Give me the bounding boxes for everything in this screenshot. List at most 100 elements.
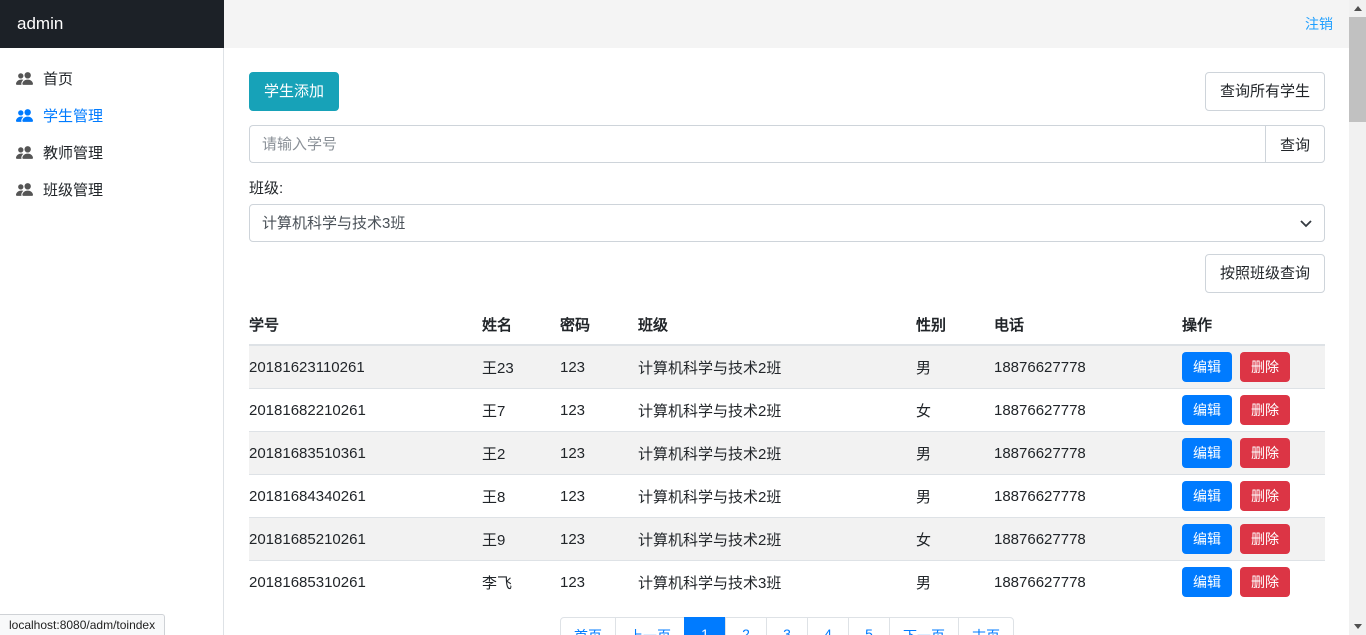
page-5[interactable]: 5 (848, 617, 890, 635)
page-next[interactable]: 下一页 (889, 617, 959, 635)
class-label: 班级: (249, 180, 284, 197)
cell-student-id: 20181685210261 (249, 517, 482, 561)
scrollbar-up-arrow[interactable] (1349, 0, 1366, 17)
cell-name: 王2 (482, 431, 560, 475)
people-icon (16, 144, 33, 161)
page-4[interactable]: 4 (807, 617, 849, 635)
edit-button[interactable]: 编辑 (1182, 524, 1232, 554)
cell-phone: 18876627778 (994, 517, 1182, 561)
edit-button[interactable]: 编辑 (1182, 567, 1232, 597)
delete-button[interactable]: 删除 (1240, 567, 1290, 597)
sidebar-item-home[interactable]: 首页 (0, 60, 223, 97)
cell-gender: 男 (916, 344, 994, 389)
table-row: 20181685310261 李飞 123 计算机科学与技术3班男 1887662777… (249, 560, 1325, 603)
col-class: 班级 (638, 305, 916, 346)
cell-gender: 女 (916, 388, 994, 432)
student-id-input[interactable] (249, 125, 1265, 163)
cell-phone: 18876627778 (994, 344, 1182, 389)
cell-class: 计算机科学与技术2班 (638, 344, 916, 389)
col-actions: 操作 (1182, 305, 1325, 346)
sidebar-item-classes[interactable]: 班级管理 (0, 171, 223, 208)
sidebar-item-label: 班级管理 (43, 182, 104, 199)
student-table-body: 20181623110261 王23 123 计算机科学与技术2班男 188766277… (249, 344, 1325, 603)
people-icon (16, 181, 33, 198)
table-row: 20181623110261 王23 123 计算机科学与技术2班男 188766277… (249, 344, 1325, 389)
app-brand: admin (0, 0, 224, 48)
page-1[interactable]: 1 (684, 617, 726, 635)
page-3[interactable]: 3 (766, 617, 808, 635)
delete-button[interactable]: 删除 (1240, 352, 1290, 382)
edit-button[interactable]: 编辑 (1182, 481, 1232, 511)
delete-button[interactable]: 删除 (1240, 395, 1290, 425)
cell-password: 123 (560, 517, 638, 561)
col-phone: 电话 (994, 305, 1182, 346)
query-by-class-button[interactable]: 按照班级查询 (1204, 254, 1325, 293)
delete-button[interactable]: 删除 (1240, 438, 1290, 468)
delete-button[interactable]: 删除 (1240, 481, 1290, 511)
search-button[interactable]: 查询 (1264, 125, 1325, 163)
table-header-row: 学号 姓名 密码 班级 性别 电话 操作 (249, 305, 1325, 346)
col-gender: 性别 (916, 305, 994, 346)
scrollbar-down-arrow[interactable] (1349, 618, 1366, 635)
cell-gender: 男 (916, 560, 994, 603)
sidebar-item-teachers[interactable]: 教师管理 (0, 134, 223, 171)
edit-button[interactable]: 编辑 (1182, 352, 1232, 382)
toolbar-bottom: 按照班级查询 (249, 254, 1325, 293)
cell-name: 王9 (482, 517, 560, 561)
cell-password: 123 (560, 474, 638, 518)
cell-password: 123 (560, 344, 638, 389)
cell-password: 123 (560, 431, 638, 475)
cell-password: 123 (560, 388, 638, 432)
search-group: 查询 (249, 125, 1325, 163)
sidebar-item-label: 首页 (43, 71, 74, 88)
toolbar-top: 学生添加 查询所有学生 (249, 72, 1325, 111)
cell-actions: 编辑 删除 (1182, 431, 1325, 475)
cell-gender: 男 (916, 474, 994, 518)
class-select[interactable]: 计算机科学与技术3班 (249, 204, 1325, 242)
topbar: 注销 (224, 0, 1349, 48)
app-window: admin 注销 首页学生管理教师管理班级管理 学生添加 查询所有学生 查询 班… (0, 0, 1366, 635)
cell-phone: 18876627778 (994, 431, 1182, 475)
cell-name: 王7 (482, 388, 560, 432)
cell-actions: 编辑 删除 (1182, 560, 1325, 603)
cell-actions: 编辑 删除 (1182, 344, 1325, 389)
sidebar-item-students[interactable]: 学生管理 (0, 97, 223, 134)
table-row: 20181682210261 王7 123 计算机科学与技术2班女 1887662777… (249, 388, 1325, 432)
cell-gender: 男 (916, 431, 994, 475)
cell-password: 123 (560, 560, 638, 603)
main-content: 学生添加 查询所有学生 查询 班级: 计算机科学与技术3班 按照班级查询 学号 … (225, 48, 1349, 635)
people-icon (16, 70, 33, 87)
status-bar: localhost:8080/adm/toindex (0, 614, 166, 635)
edit-button[interactable]: 编辑 (1182, 395, 1232, 425)
page-2[interactable]: 2 (725, 617, 767, 635)
page-prev[interactable]: 上一页 (615, 617, 685, 635)
edit-button[interactable]: 编辑 (1182, 438, 1232, 468)
page-last[interactable]: 末页 (958, 617, 1014, 635)
sidebar-item-label: 教师管理 (43, 145, 104, 162)
cell-student-id: 20181623110261 (249, 344, 482, 389)
cell-student-id: 20181685310261 (249, 560, 482, 603)
cell-phone: 18876627778 (994, 474, 1182, 518)
pagination: 首页上一页12345下一页末页 (249, 617, 1325, 635)
cell-actions: 编辑 删除 (1182, 517, 1325, 561)
scrollbar[interactable] (1349, 0, 1366, 635)
add-student-button[interactable]: 学生添加 (249, 72, 340, 111)
page-first[interactable]: 首页 (560, 617, 616, 635)
table-row: 20181684340261 王8 123 计算机科学与技术2班男 1887662777… (249, 474, 1325, 518)
people-icon (16, 107, 33, 124)
sidebar-menu: 首页学生管理教师管理班级管理 (0, 48, 224, 635)
cell-actions: 编辑 删除 (1182, 474, 1325, 518)
cell-student-id: 20181683510361 (249, 431, 482, 475)
cell-phone: 18876627778 (994, 560, 1182, 603)
cell-actions: 编辑 删除 (1182, 388, 1325, 432)
logout-link[interactable]: 注销 (1305, 14, 1333, 34)
delete-button[interactable]: 删除 (1240, 524, 1290, 554)
col-name: 姓名 (482, 305, 560, 346)
table-row: 20181683510361 王2 123 计算机科学与技术2班男 1887662777… (249, 431, 1325, 475)
cell-class: 计算机科学与技术2班 (638, 431, 916, 475)
cell-student-id: 20181682210261 (249, 388, 482, 432)
query-all-students-button[interactable]: 查询所有学生 (1204, 72, 1325, 111)
cell-class: 计算机科学与技术2班 (638, 517, 916, 561)
col-student-id: 学号 (249, 305, 482, 346)
scrollbar-thumb[interactable] (1349, 17, 1366, 122)
